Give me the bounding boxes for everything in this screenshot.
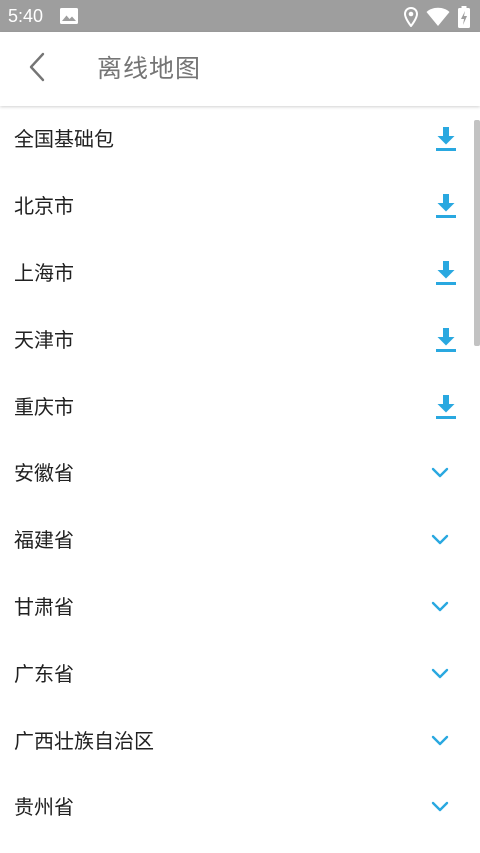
list-item-label: 甘肃省 [14, 594, 74, 619]
scrollbar[interactable] [474, 120, 480, 346]
region-list: 全国基础包 北京市 上海市 天津市 重庆市 安徽省 福建省 甘肃省 广东省 广西… [0, 106, 480, 841]
list-item-label: 北京市 [14, 194, 74, 219]
battery-charging-icon [458, 6, 470, 32]
list-item[interactable]: 全国基础包 [0, 106, 480, 173]
download-icon[interactable] [424, 117, 468, 161]
list-item[interactable]: 广西壮族自治区 [0, 707, 480, 774]
list-item[interactable]: 天津市 [0, 306, 480, 373]
list-item-label: 福建省 [14, 528, 74, 553]
chevron-down-icon[interactable] [418, 719, 462, 763]
list-item[interactable]: 上海市 [0, 240, 480, 307]
list-item[interactable]: 北京市 [0, 173, 480, 240]
list-item-label: 广西壮族自治区 [14, 728, 154, 753]
app-bar: 离线地图 [0, 32, 480, 106]
chevron-down-icon[interactable] [418, 652, 462, 696]
list-item-label: 贵州省 [14, 795, 74, 820]
list-item-label: 安徽省 [14, 461, 74, 486]
download-icon[interactable] [424, 184, 468, 228]
status-bar: 5:40 [0, 0, 480, 32]
page-title: 离线地图 [97, 54, 202, 83]
list-item[interactable]: 福建省 [0, 507, 480, 574]
list-item[interactable]: 广东省 [0, 640, 480, 707]
location-icon [403, 6, 419, 31]
status-time: 5:40 [8, 6, 44, 26]
chevron-down-icon[interactable] [418, 585, 462, 629]
list-item[interactable]: 安徽省 [0, 440, 480, 507]
list-item[interactable]: 甘肃省 [0, 574, 480, 641]
download-icon[interactable] [424, 318, 468, 362]
list-item-label: 广东省 [14, 661, 74, 686]
list-item-label: 天津市 [14, 327, 74, 352]
image-icon [60, 8, 78, 28]
back-button[interactable] [16, 45, 60, 93]
chevron-down-icon[interactable] [418, 518, 462, 562]
chevron-left-icon [28, 52, 48, 86]
list-item[interactable]: 贵州省 [0, 774, 480, 841]
chevron-down-icon[interactable] [418, 785, 462, 829]
chevron-down-icon[interactable] [418, 451, 462, 495]
list-item[interactable]: 重庆市 [0, 373, 480, 440]
list-item-label: 全国基础包 [14, 127, 114, 152]
download-icon[interactable] [424, 251, 468, 295]
list-item-label: 上海市 [14, 260, 74, 285]
wifi-icon [426, 7, 450, 31]
download-icon[interactable] [424, 385, 468, 429]
list-item-label: 重庆市 [14, 394, 74, 419]
